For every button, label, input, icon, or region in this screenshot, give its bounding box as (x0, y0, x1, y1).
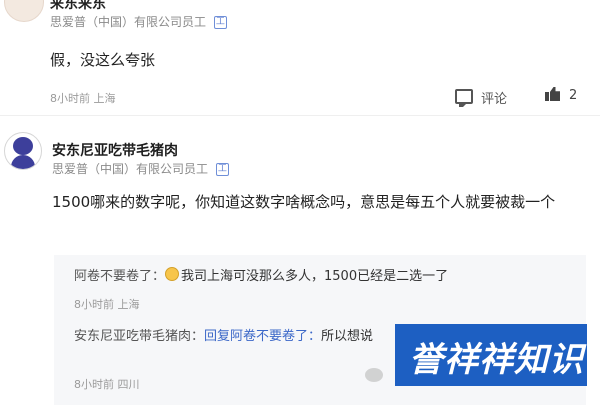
wechat-icon (365, 368, 383, 382)
reply-2: 安东尼亚吃带毛猪肉：回复阿卷不要卷了：所以想说 (74, 327, 404, 346)
avatar-comment-1[interactable] (4, 0, 44, 22)
emoji-icon (165, 267, 180, 281)
comment-2-author[interactable]: 安东尼亚吃带毛猪肉 (52, 140, 178, 160)
reply-2-meta: 8小时前 四川 (74, 378, 140, 391)
reply-2-mention-link[interactable]: 回复阿卷不要卷了： (204, 329, 321, 344)
avatar-head-icon (13, 137, 33, 155)
like-button[interactable]: 2 (545, 87, 577, 103)
verified-badge-icon: 工 (213, 16, 227, 29)
avatar-body-icon (11, 155, 35, 169)
watermark-text: 誉祥祥知识 (409, 340, 584, 380)
watermark-logo: 誉祥祥知识 (395, 324, 587, 386)
reply-1-text: 我司上海可没那么多人，1500已经是二选一了 (181, 269, 449, 284)
comment-1-author[interactable]: 来东来东 (50, 0, 106, 13)
reply-1: 阿卷不要卷了： 我司上海可没那么多人，1500已经是二选一了 (74, 265, 448, 284)
comment-1-company: 思爱普（中国）有限公司员工 工 (50, 13, 227, 30)
comment-1-company-text: 思爱普（中国）有限公司员工 (50, 15, 207, 29)
like-count: 2 (569, 88, 578, 103)
verified-badge-icon: 工 (215, 163, 229, 176)
reply-2-text: 所以想说 (321, 329, 374, 344)
comment-2-company-text: 思爱普（中国）有限公司员工 (52, 162, 209, 176)
reply-1-meta: 8小时前 上海 (74, 298, 140, 311)
comment-1-body: 假，没这么夸张 (50, 51, 156, 69)
comment-2-body: 1500哪来的数字呢，你知道这数字啥概念吗，意思是每五个人就要被裁一个 (52, 193, 556, 211)
thumbs-up-icon (545, 87, 561, 101)
comment-2-company: 思爱普（中国）有限公司员工 工 (52, 160, 229, 177)
comment-divider (0, 115, 600, 116)
comment-button-label: 评论 (481, 92, 508, 107)
reply-2-author[interactable]: 安东尼亚吃带毛猪肉： (74, 329, 204, 344)
reply-1-author[interactable]: 阿卷不要卷了： (74, 269, 165, 284)
comment-icon (455, 89, 473, 107)
avatar-comment-2[interactable] (4, 132, 42, 170)
comment-1-meta: 8小时前 上海 (50, 92, 116, 105)
comment-button[interactable]: 评论 (455, 88, 507, 107)
